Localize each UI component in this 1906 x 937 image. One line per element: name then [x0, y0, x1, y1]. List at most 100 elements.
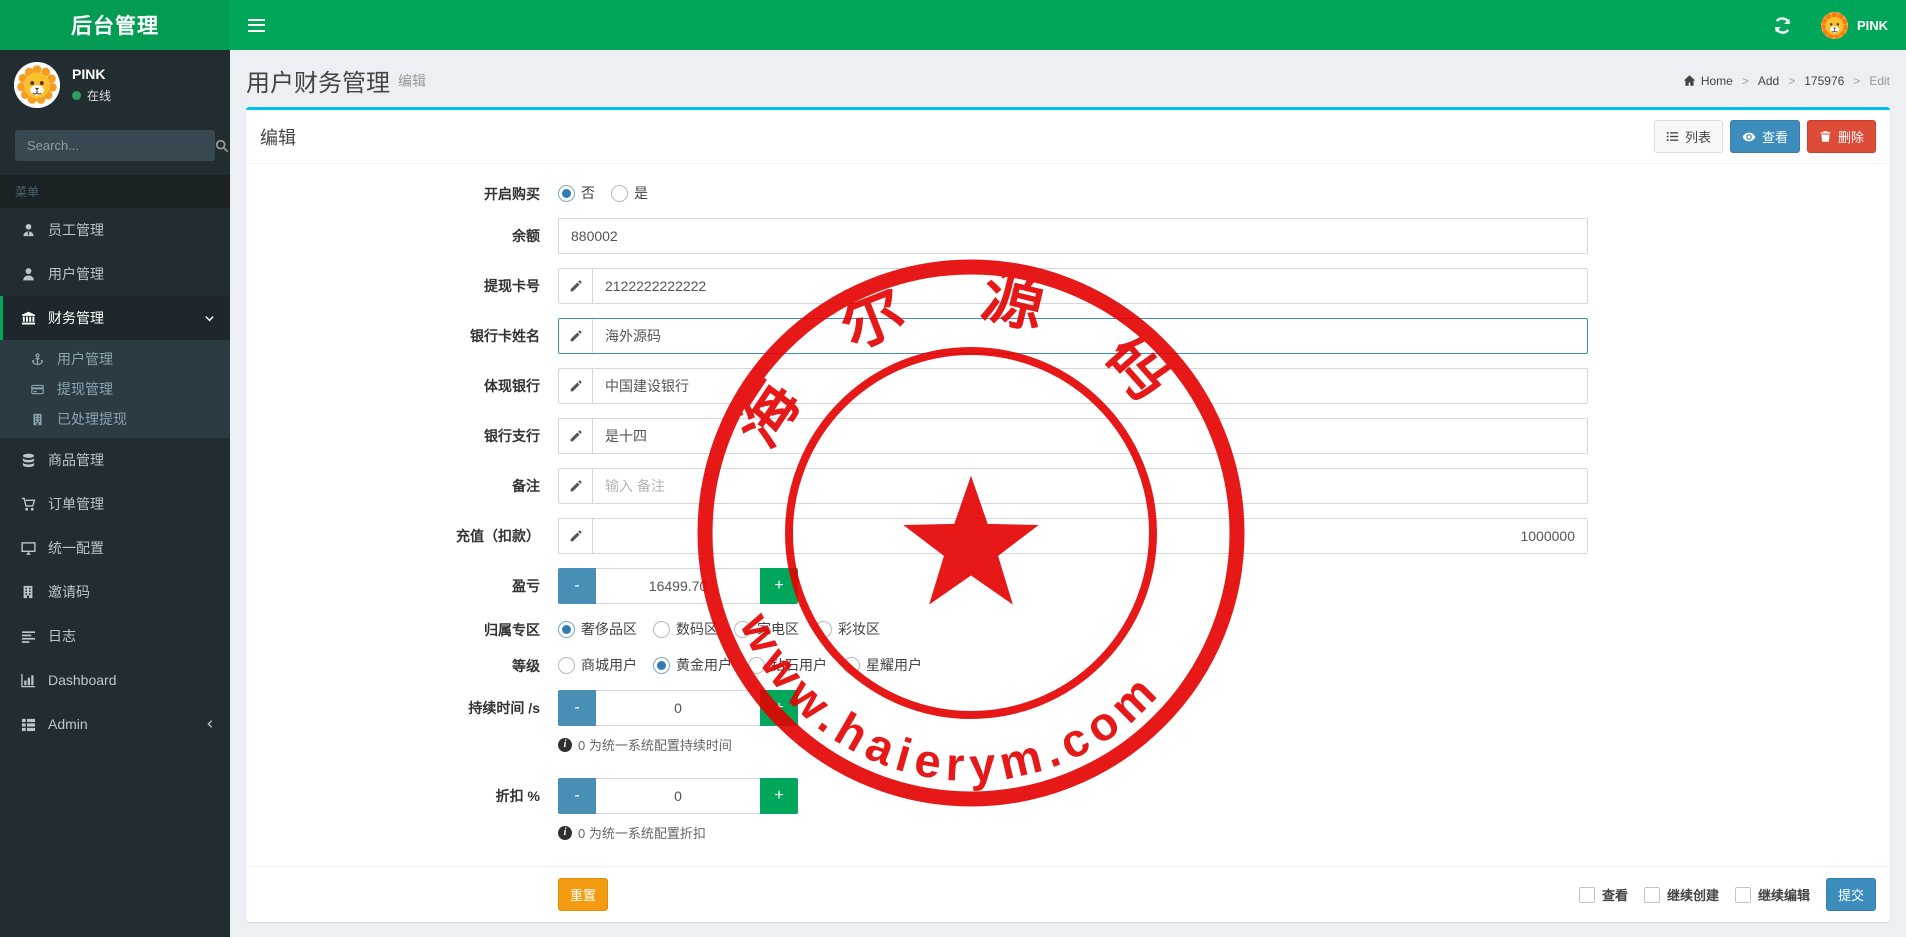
radio-option[interactable]: 是	[611, 183, 648, 203]
search-input[interactable]	[15, 130, 215, 161]
refresh-icon	[1774, 16, 1791, 34]
radio-option[interactable]: 否	[558, 183, 595, 203]
list-icon	[1666, 131, 1679, 142]
delete-button[interactable]: 删除	[1806, 120, 1876, 153]
field-hint: i 0 为统一系统配置持续时间	[558, 735, 1588, 754]
user-tie-icon	[18, 223, 38, 238]
chevron-left-icon	[205, 719, 215, 729]
radio-option[interactable]: 星耀用户	[843, 655, 922, 675]
recharge-input[interactable]	[593, 519, 1587, 553]
withdraw-bank-input[interactable]	[593, 369, 1587, 403]
checkbox-continue-create[interactable]: 继续创建	[1643, 885, 1719, 904]
sidebar-search	[15, 130, 229, 161]
submit-button[interactable]: 提交	[1825, 878, 1876, 911]
form-row: 折扣 % - + i 0 为统一系统配置折扣	[260, 778, 1876, 842]
bank-branch-input[interactable]	[593, 419, 1587, 453]
field-label: 等级	[512, 658, 540, 674]
sidebar-item-invite-code[interactable]: 邀请码	[0, 570, 230, 614]
sidebar-subitem-processed-withdraw[interactable]: 已处理提现	[0, 404, 230, 434]
increment-button[interactable]: +	[760, 690, 798, 726]
withdraw-card-input[interactable]	[593, 269, 1587, 303]
breadcrumb-id[interactable]: 175976	[1804, 74, 1844, 88]
checkbox-continue-edit[interactable]: 继续编辑	[1734, 885, 1810, 904]
sidebar-item-staff[interactable]: 员工管理	[0, 208, 230, 252]
radio-icon	[653, 656, 670, 674]
sidebar-item-label: 订单管理	[48, 496, 104, 512]
reset-button[interactable]: 重置	[558, 878, 609, 911]
database-icon	[18, 453, 38, 468]
sidebar-item-label: 财务管理	[48, 310, 104, 326]
discount-input[interactable]	[596, 778, 760, 814]
avatar	[1820, 11, 1848, 39]
radio-option[interactable]: 数码区	[653, 619, 718, 639]
duration-input[interactable]	[596, 690, 760, 726]
radio-icon	[611, 184, 628, 202]
desktop-icon	[18, 541, 38, 556]
list-button[interactable]: 列表	[1653, 120, 1723, 153]
search-icon	[215, 139, 229, 152]
refresh-button[interactable]	[1773, 12, 1799, 38]
radio-option[interactable]: 彩妆区	[815, 619, 880, 639]
field-hint: i 0 为统一系统配置折扣	[558, 823, 1588, 842]
decrement-button[interactable]: -	[558, 690, 596, 726]
sidebar-item-unified-config[interactable]: 统一配置	[0, 526, 230, 570]
menu-section-label: 菜单	[0, 175, 230, 208]
form-row: 银行支行	[260, 418, 1876, 454]
radio-option[interactable]: 钻石用户	[748, 655, 827, 675]
view-button[interactable]: 查看	[1729, 120, 1800, 153]
decrement-button[interactable]: -	[558, 778, 596, 814]
field-label: 备注	[512, 478, 540, 494]
bar-chart-icon	[18, 673, 38, 688]
sidebar-item-logs[interactable]: 日志	[0, 614, 230, 658]
sidebar-toggle-button[interactable]	[248, 0, 288, 50]
form-row: 盈亏 - +	[260, 568, 1876, 604]
app-logo[interactable]: 后台管理	[0, 0, 230, 50]
field-label: 银行卡姓名	[470, 328, 540, 344]
sidebar-item-finance[interactable]: 财务管理	[0, 296, 230, 340]
decrement-button[interactable]: -	[558, 568, 596, 604]
increment-button[interactable]: +	[760, 568, 798, 604]
bank-card-name-input[interactable]	[593, 319, 1587, 353]
sidebar-item-orders[interactable]: 订单管理	[0, 482, 230, 526]
radio-option[interactable]: 家电区	[734, 619, 799, 639]
user-menu[interactable]: PINK	[1820, 11, 1888, 39]
remark-input[interactable]	[593, 469, 1587, 503]
checkbox-view[interactable]: 查看	[1578, 885, 1628, 904]
page-title: 用户财务管理	[246, 70, 390, 97]
field-label: 充值（扣款）	[456, 528, 540, 544]
sidebar-item-admin[interactable]: Admin	[0, 702, 230, 746]
sidebar-item-label: Dashboard	[48, 672, 117, 688]
building-icon	[18, 585, 38, 599]
breadcrumb: Home > Add > 175976 > Edit	[1683, 74, 1890, 88]
profit-input[interactable]	[596, 568, 760, 604]
increment-button[interactable]: +	[760, 778, 798, 814]
breadcrumb-add[interactable]: Add	[1758, 74, 1779, 88]
radio-icon	[558, 620, 575, 638]
anchor-icon	[27, 352, 47, 366]
form-row: 银行卡姓名	[260, 318, 1876, 354]
radio-option[interactable]: 商城用户	[558, 655, 637, 675]
field-label: 体现银行	[484, 378, 540, 394]
finance-submenu: 用户管理 提现管理 已处理提现	[0, 340, 230, 438]
sidebar-subitem-user-finance[interactable]: 用户管理	[0, 344, 230, 374]
radio-option[interactable]: 黄金用户	[653, 655, 732, 675]
search-button[interactable]	[215, 130, 229, 161]
sidebar-item-products[interactable]: 商品管理	[0, 438, 230, 482]
lion-avatar-icon	[1820, 11, 1848, 39]
radio-icon	[558, 184, 575, 202]
radio-option[interactable]: 奢侈品区	[558, 619, 637, 639]
info-icon: i	[558, 825, 572, 840]
field-label: 持续时间 /s	[468, 700, 540, 716]
sidebar-item-dashboard[interactable]: Dashboard	[0, 658, 230, 702]
sidebar-item-label: 用户管理	[57, 351, 113, 367]
radio-icon	[843, 656, 860, 674]
sidebar-subitem-withdraw[interactable]: 提现管理	[0, 374, 230, 404]
form-row: 归属专区 奢侈品区 数码区 家电区 彩妆区	[260, 618, 1876, 640]
hamburger-icon	[248, 18, 265, 32]
breadcrumb-home[interactable]: Home	[1683, 74, 1733, 88]
balance-input[interactable]	[559, 219, 1587, 253]
field-label: 折扣 %	[495, 788, 540, 804]
radio-icon	[734, 620, 751, 638]
sidebar-item-users[interactable]: 用户管理	[0, 252, 230, 296]
sidebar-item-label: 员工管理	[48, 222, 104, 238]
